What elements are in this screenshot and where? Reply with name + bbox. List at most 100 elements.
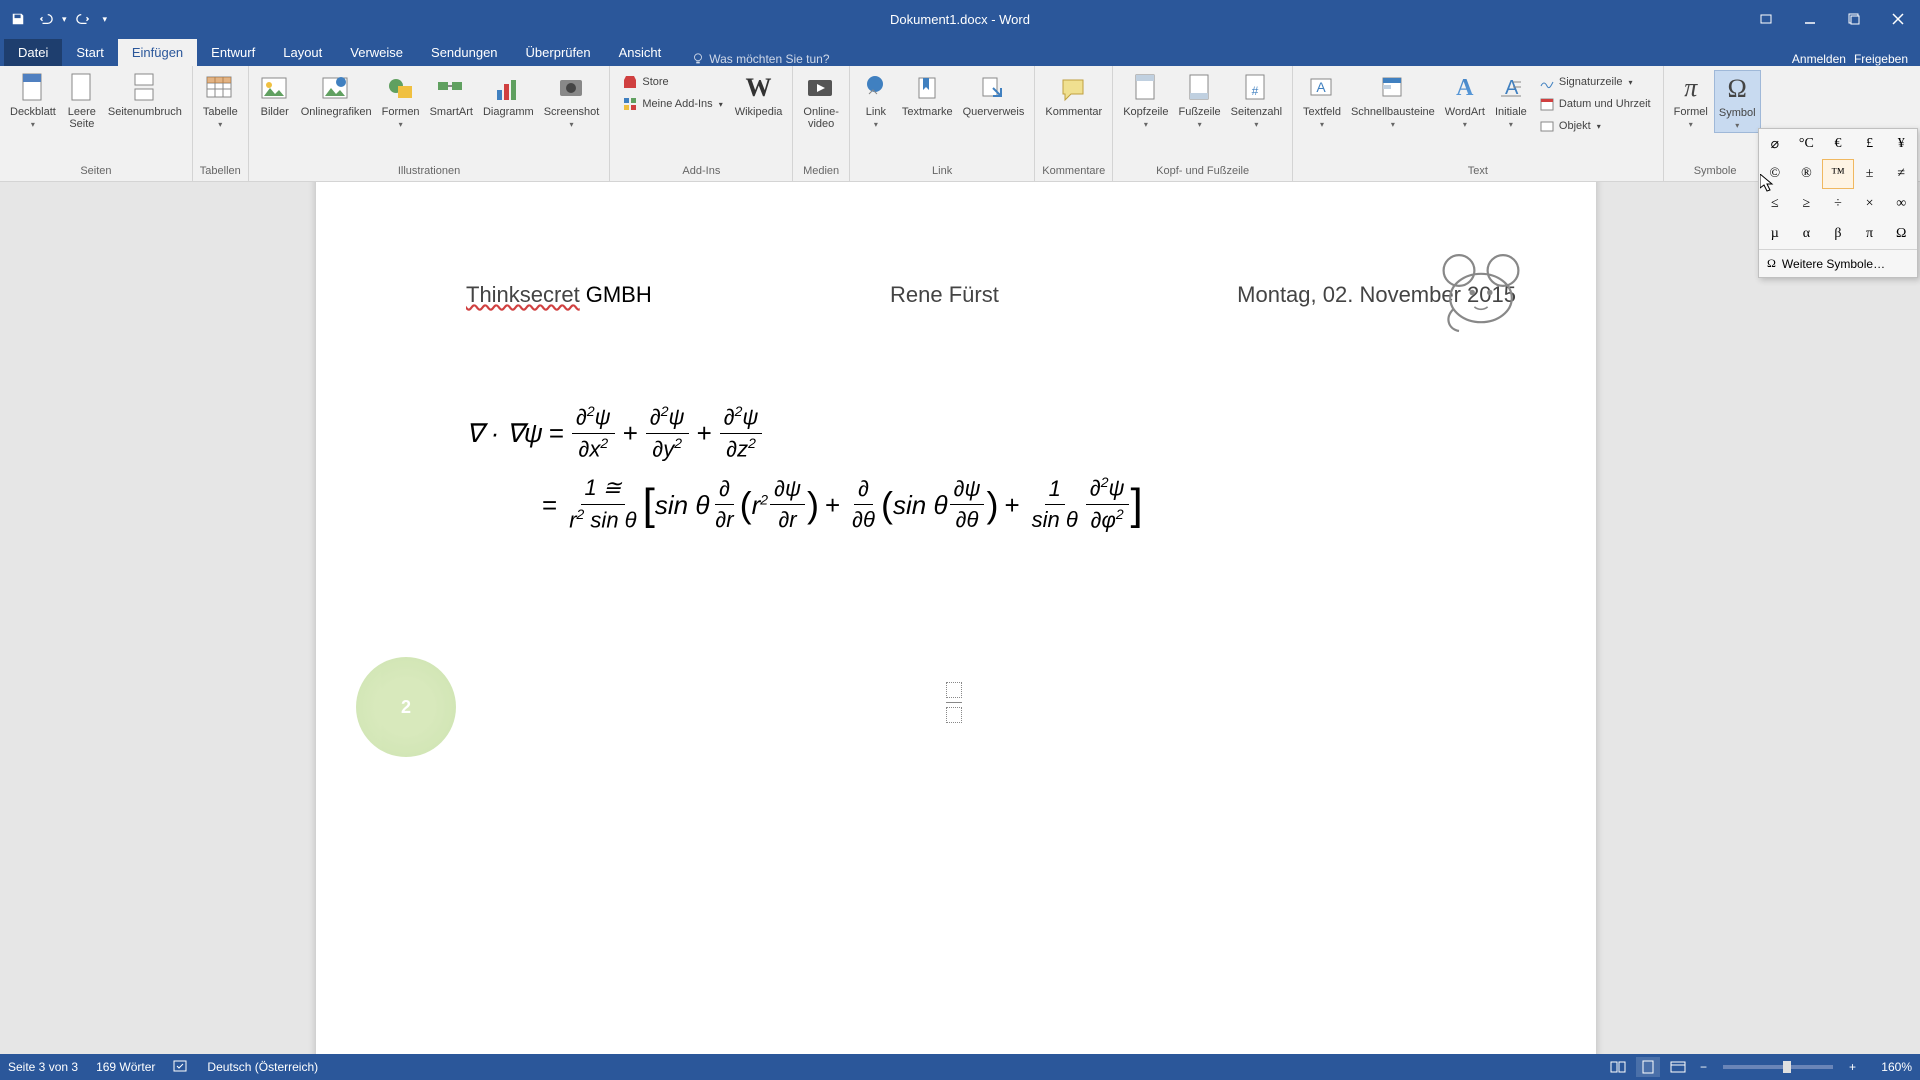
symbol-cell[interactable]: Ω (1885, 219, 1917, 249)
view-read-button[interactable] (1606, 1057, 1630, 1077)
symbol-cell[interactable]: ∞ (1885, 189, 1917, 219)
shapes-button[interactable]: Formen▾ (378, 70, 424, 131)
screenshot-button[interactable]: Screenshot▾ (540, 70, 604, 131)
ribbon-display-button[interactable] (1744, 4, 1788, 34)
wikipedia-button[interactable]: WWikipedia (731, 70, 787, 120)
online-video-button[interactable]: Online- video (799, 70, 842, 132)
symbol-cell[interactable]: × (1854, 189, 1886, 219)
symbol-cell-hovered[interactable]: ™ (1822, 159, 1854, 189)
statusbar: Seite 3 von 3 169 Wörter Deutsch (Österr… (0, 1054, 1920, 1080)
cover-page-icon (19, 72, 47, 104)
page-break-button[interactable]: Seitenumbruch (104, 70, 186, 120)
undo-button[interactable] (34, 7, 58, 31)
symbol-cell[interactable]: α (1791, 219, 1823, 249)
equation-button[interactable]: πFormel▾ (1670, 70, 1712, 131)
symbol-cell[interactable]: ® (1791, 159, 1823, 189)
save-button[interactable] (6, 7, 30, 31)
header-button[interactable]: Kopfzeile▾ (1119, 70, 1172, 131)
redo-button[interactable] (71, 7, 95, 31)
online-pictures-button[interactable]: Onlinegrafiken (297, 70, 376, 120)
object-button[interactable]: Objekt▾ (1535, 116, 1655, 136)
zoom-thumb[interactable] (1783, 1061, 1791, 1073)
status-language[interactable]: Deutsch (Österreich) (207, 1060, 318, 1074)
symbol-cell[interactable]: ¥ (1885, 129, 1917, 159)
tab-view[interactable]: Ansicht (605, 39, 676, 66)
zoom-out-button[interactable]: − (1696, 1060, 1711, 1074)
ribbon-options-icon (1759, 12, 1773, 26)
symbol-cell[interactable]: π (1854, 219, 1886, 249)
tab-mailings[interactable]: Sendungen (417, 39, 512, 66)
ribbon-tabs: Datei Start Einfügen Entwurf Layout Verw… (0, 38, 1920, 66)
qat-customize-icon[interactable]: ▾ (103, 14, 108, 25)
symbol-cell[interactable]: β (1822, 219, 1854, 249)
symbol-cell[interactable]: ± (1854, 159, 1886, 189)
symbol-cell[interactable]: ≠ (1885, 159, 1917, 189)
crossref-button[interactable]: Querverweis (959, 70, 1029, 120)
tab-references[interactable]: Verweise (336, 39, 417, 66)
view-print-button[interactable] (1636, 1057, 1660, 1077)
tab-review[interactable]: Überprüfen (512, 39, 605, 66)
smartart-button[interactable]: SmartArt (426, 70, 477, 120)
symbol-cell[interactable]: £ (1854, 129, 1886, 159)
symbol-cell[interactable]: ≥ (1791, 189, 1823, 219)
chart-button[interactable]: Diagramm (479, 70, 538, 120)
tell-me-search[interactable]: Was möchten Sie tun? (691, 52, 829, 66)
quickparts-button[interactable]: Schnellbausteine▾ (1347, 70, 1439, 131)
status-wordcount[interactable]: 169 Wörter (96, 1060, 155, 1074)
footer-button[interactable]: Fußzeile▾ (1174, 70, 1224, 131)
tab-insert[interactable]: Einfügen (118, 39, 197, 66)
symbol-cell[interactable]: ⌀ (1759, 129, 1791, 159)
comment-button[interactable]: Kommentar (1041, 70, 1106, 120)
view-web-button[interactable] (1666, 1057, 1690, 1077)
object-icon (1539, 118, 1555, 134)
textbox-button[interactable]: ATextfeld▾ (1299, 70, 1345, 131)
symbol-cell[interactable]: µ (1759, 219, 1791, 249)
status-page[interactable]: Seite 3 von 3 (8, 1060, 78, 1074)
signature-line-button[interactable]: Signaturzeile▾ (1535, 72, 1655, 92)
read-mode-icon (1610, 1060, 1626, 1074)
datetime-button[interactable]: Datum und Uhrzeit (1535, 94, 1655, 114)
more-symbols-button[interactable]: Ω Weitere Symbole… (1759, 249, 1917, 277)
zoom-level[interactable]: 160% (1866, 1060, 1912, 1074)
equation-block[interactable]: ∇ · ∇ψ= ∂2ψ∂x2 + ∂2ψ∂y2 + ∂2ψ∂z2 = 1 ≅r2… (466, 402, 1143, 545)
symbol-cell[interactable]: ÷ (1822, 189, 1854, 219)
tab-design[interactable]: Entwurf (197, 39, 269, 66)
equation-placeholder[interactable] (946, 682, 962, 723)
my-addins-button[interactable]: Meine Add-Ins▾ (618, 94, 726, 114)
maximize-button[interactable] (1832, 4, 1876, 34)
zoom-in-button[interactable]: + (1845, 1060, 1860, 1074)
symbol-cell[interactable]: °C (1791, 129, 1823, 159)
minimize-button[interactable] (1788, 4, 1832, 34)
pictures-button[interactable]: Bilder (255, 70, 295, 120)
wordart-button[interactable]: AWordArt▾ (1441, 70, 1489, 131)
document-area[interactable]: Thinksecret GMBH Rene Fürst Montag, 02. … (0, 182, 1920, 1054)
share-button[interactable]: Freigeben (1854, 52, 1908, 66)
blank-page-button[interactable]: Leere Seite (62, 70, 102, 132)
cover-page-button[interactable]: Deckblatt▾ (6, 70, 60, 131)
close-button[interactable] (1876, 4, 1920, 34)
status-spellcheck-icon[interactable] (173, 1059, 189, 1076)
tab-file[interactable]: Datei (4, 39, 62, 66)
symbol-cell[interactable]: © (1759, 159, 1791, 189)
document-page[interactable]: Thinksecret GMBH Rene Fürst Montag, 02. … (316, 182, 1596, 1054)
shapes-icon (386, 74, 416, 102)
zoom-slider[interactable] (1723, 1065, 1833, 1069)
group-comments: Kommentar Kommentare (1035, 66, 1113, 181)
symbol-cell[interactable]: € (1822, 129, 1854, 159)
signin-link[interactable]: Anmelden (1792, 52, 1846, 66)
group-symbols: πFormel▾ ΩSymbol▾ Symbole (1664, 66, 1767, 181)
tab-start[interactable]: Start (62, 39, 117, 66)
link-button[interactable]: Link▾ (856, 70, 896, 131)
bookmark-button[interactable]: Textmarke (898, 70, 957, 120)
pagenum-button[interactable]: #Seitenzahl▾ (1227, 70, 1286, 131)
tab-layout[interactable]: Layout (269, 39, 336, 66)
online-pictures-icon (321, 74, 351, 102)
symbol-button[interactable]: ΩSymbol▾ (1714, 70, 1761, 133)
company-name: Thinksecret GMBH (466, 282, 652, 308)
table-button[interactable]: Tabelle▾ (199, 70, 242, 131)
symbol-cell[interactable]: ≤ (1759, 189, 1791, 219)
more-symbols-label: Weitere Symbole… (1782, 257, 1885, 271)
store-button[interactable]: Store (618, 72, 726, 92)
dropcap-button[interactable]: AInitiale▾ (1491, 70, 1531, 131)
undo-dropdown-icon[interactable]: ▾ (62, 14, 67, 25)
